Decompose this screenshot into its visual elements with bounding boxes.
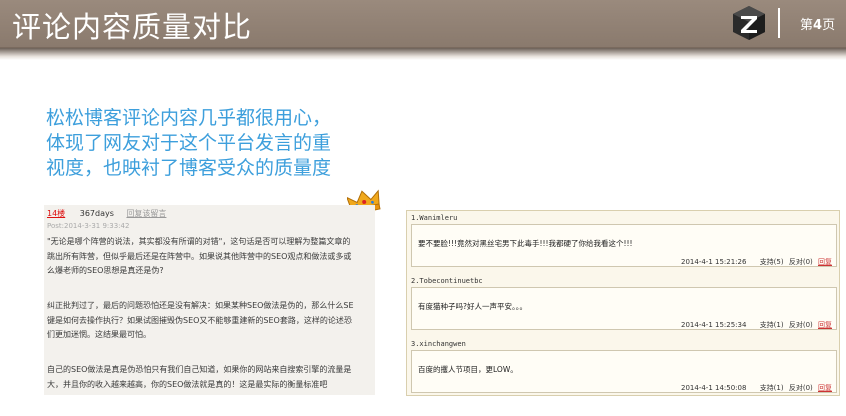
page-suffix: 页 [822,18,836,33]
comment-paragraph: 纠正批判过了，最后的问题恐怕还是没有解决：如果某种SEO做法是伪的，那么什么SE… [47,299,354,343]
comment-footer: 2014-4-1 15:21:26 支持(5) 反对(0) 回复 [681,257,832,267]
floor-link[interactable]: 14楼 [47,209,65,218]
comment-author: 3.xinchangwen [411,340,466,348]
comment-time: 2014-4-1 14:50:08 [681,384,747,392]
comment-line: 纠正批判过了，最后的问题恐怕还是没有解决：如果某种SEO做法是伪的，那么什么SE [47,301,354,310]
comment-line: "无论是哪个阵营的说法，其实都没有所谓的对错"，这句话是否可以理解为整篇文章的 [47,237,351,246]
page-prefix: 第 [800,18,814,33]
reply-comment-link[interactable]: 回复该留言 [126,209,166,218]
support-link[interactable]: 支持(1) [760,384,784,392]
comment-time: 2014-4-1 15:21:26 [681,258,747,266]
support-link[interactable]: 支持(5) [760,258,784,266]
comment-text: 有度猫种子吗?好人一声平安。。。 [418,302,527,311]
reply-link[interactable]: 回复 [818,384,832,392]
comment-box: 有度猫种子吗?好人一声平安。。。 2014-4-1 15:25:34 支持(1)… [411,287,837,330]
comment-footer: 2014-4-1 15:25:34 支持(1) 反对(0) 回复 [681,320,832,330]
header-shadow-band [0,48,846,60]
comment-text: 百度的攫人节项目，更LOW。 [418,365,518,374]
page-title: 评论内容质量对比 [12,10,253,44]
comment-username: 367days [79,209,114,218]
comment-line: 么爆老师的SEO思想是真还是伪? [47,266,164,275]
page-indicator: 第4页 [800,14,835,33]
comment-line: 大，并且你的收入越来越高，你的SEO做法就是真的！这是最实际的衡量标准吧 [47,379,328,389]
comment-line: 跳出所有阵营，但似乎最后还是在阵营中。如果说其他阵营中的SEO观点和做法或多或 [47,251,352,261]
support-link[interactable]: 支持(1) [760,321,784,329]
z-cube-logo-icon [733,6,765,40]
comment-meta: 14楼 367days 回复该留言 [47,208,166,219]
oppose-link[interactable]: 反对(0) [789,384,813,392]
reply-link[interactable]: 回复 [818,258,832,266]
comment-author: 1.Wanimleru [411,214,458,222]
post-time: Post:2014-3-31 9:33:42 [47,222,130,230]
comment-footer: 2014-4-1 14:50:08 支持(1) 反对(0) 回复 [681,383,832,393]
comment-box: 要不要脸!!!竟然对黑丝宅男下此毒手!!!我都硬了你给我看这个!!! 2014-… [411,224,837,267]
headline-line: 松松博客评论内容几乎都很用心， [46,107,332,129]
comment-box: 百度的攫人节项目，更LOW。 2014-4-1 14:50:08 支持(1) 反… [411,350,837,393]
right-comment-panel: 1.Wanimleru 要不要脸!!!竟然对黑丝宅男下此毒手!!!我都硬了你给我… [406,210,840,396]
page-number: 4 [813,18,823,33]
headline-line: 视度，也映衬了博客受众的质量度 [46,157,332,179]
comment-line: 键是如何去操作执行？如果试图摧毁伪SEO又不能够重建新的SEO套路，这样的论述恐 [47,315,352,325]
oppose-link[interactable]: 反对(0) [789,258,813,266]
comment-line: 们更加迷惘。这结果最可怕。 [47,330,151,339]
oppose-link[interactable]: 反对(0) [789,321,813,329]
comment-item: 3.xinchangwen 百度的攫人节项目，更LOW。 2014-4-1 14… [411,340,837,393]
comment-author: 2.Tobecontinuetbc [411,277,483,285]
headline: 松松博客评论内容几乎都很用心， 体现了网友对于这个平台发言的重 视度，也映衬了博… [46,106,386,181]
header-bar: 评论内容质量对比 第4页 [0,0,846,48]
comment-paragraph: "无论是哪个阵营的说法，其实都没有所谓的对错"，这句话是否可以理解为整篇文章的 … [47,235,351,279]
headline-line: 体现了网友对于这个平台发言的重 [46,132,332,154]
comment-time: 2014-4-1 15:25:34 [681,321,747,329]
header-divider [778,8,780,38]
comment-line: 自己的SEO做法是真是伪恐怕只有我们自己知道，如果你的网站来自搜索引擎的流量是 [47,365,352,374]
left-comment-panel: 14楼 367days 回复该留言 Post:2014-3-31 9:33:42… [44,205,375,395]
comment-item: 2.Tobecontinuetbc 有度猫种子吗?好人一声平安。。。 2014-… [411,277,837,330]
reply-link[interactable]: 回复 [818,321,832,329]
comment-text: 要不要脸!!!竟然对黑丝宅男下此毒手!!!我都硬了你给我看这个!!! [418,239,633,248]
comment-item: 1.Wanimleru 要不要脸!!!竟然对黑丝宅男下此毒手!!!我都硬了你给我… [411,214,837,267]
comment-paragraph: 自己的SEO做法是真是伪恐怕只有我们自己知道，如果你的网站来自搜索引擎的流量是 … [47,363,351,392]
